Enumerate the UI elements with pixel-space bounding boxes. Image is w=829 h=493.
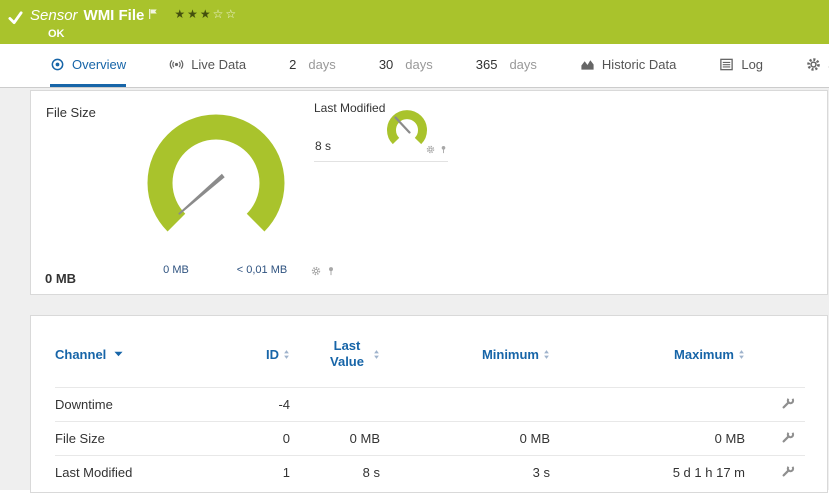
settings-gear-icon	[806, 57, 821, 72]
channels-table: Channel ID Last Value Minimum Maximum	[55, 328, 805, 489]
overview-icon	[50, 57, 65, 72]
tab-30-days-unit: days	[405, 57, 432, 72]
stars-empty: ☆☆	[213, 7, 239, 21]
column-header-id[interactable]: ID	[205, 328, 290, 387]
gauge-gear-icon[interactable]	[311, 266, 321, 276]
gauges-panel: File Size 0 MB < 0,01 MB 0 MB Last Modif…	[30, 90, 828, 295]
tab-365-days-number: 365	[476, 57, 498, 72]
tab-overview[interactable]: Overview	[50, 44, 126, 87]
file-size-gauge	[106, 113, 326, 263]
channel-cell: Downtime	[55, 387, 205, 421]
last-value-cell: 8 s	[290, 455, 380, 489]
sensor-kind-label: Sensor	[30, 7, 78, 24]
historic-data-icon	[580, 57, 595, 72]
column-header-minimum[interactable]: Minimum	[380, 328, 550, 387]
channel-caret-down-icon	[114, 351, 123, 357]
overview-content: File Size 0 MB < 0,01 MB 0 MB Last Modif…	[0, 88, 829, 490]
tab-settings[interactable]: Settings	[806, 44, 829, 87]
priority-stars[interactable]: ★★★☆☆	[174, 7, 238, 21]
sort-icon	[543, 349, 550, 360]
sensor-header: Sensor WMI File ★★★☆☆ OK	[0, 0, 829, 44]
minimum-cell: 3 s	[380, 455, 550, 489]
tab-live-data-label: Live Data	[191, 57, 246, 72]
last-value-cell: 0 MB	[290, 421, 380, 455]
log-icon	[719, 57, 734, 72]
channel-cell: File Size	[55, 421, 205, 455]
column-header-maximum[interactable]: Maximum	[550, 328, 745, 387]
status-badge: OK	[48, 28, 238, 40]
tab-overview-label: Overview	[72, 57, 126, 72]
channel-cell: Last Modified	[55, 455, 205, 489]
mini-gauge-gear-icon[interactable]	[426, 145, 435, 154]
file-size-value: 0 MB	[45, 271, 76, 286]
last-modified-gauge-block: Last Modified 8 s	[314, 101, 448, 162]
tab-2-days[interactable]: 2 days	[289, 44, 336, 87]
tab-30-days-number: 30	[379, 57, 393, 72]
tab-365-days-unit: days	[509, 57, 536, 72]
file-size-scale-max: < 0,01 MB	[221, 264, 303, 276]
channel-settings-wrench-icon[interactable]	[781, 396, 795, 410]
table-row: Downtime -4	[55, 387, 805, 421]
gauge-pin-icon[interactable]	[326, 266, 336, 276]
tab-live-data[interactable]: Live Data	[169, 44, 246, 87]
column-header-channel[interactable]: Channel	[55, 328, 205, 387]
id-cell: 0	[205, 421, 290, 455]
tab-log-label: Log	[741, 57, 763, 72]
sort-icon	[738, 349, 745, 360]
table-row: Last Modified 1 8 s 3 s 5 d 1 h 17 m	[55, 455, 805, 489]
flag-icon[interactable]	[148, 8, 158, 20]
last-modified-value: 8 s	[315, 139, 331, 153]
channel-settings-wrench-icon[interactable]	[781, 430, 795, 444]
sensor-title: WMI File	[84, 7, 145, 24]
live-data-icon	[169, 57, 184, 72]
file-size-gauge-title: File Size	[46, 105, 96, 120]
mini-gauge-pin-icon[interactable]	[439, 145, 448, 154]
tab-historic-data-label: Historic Data	[602, 57, 676, 72]
tab-bar: Overview Live Data 2days 30days 365days …	[0, 44, 829, 88]
last-value-cell	[290, 387, 380, 421]
table-row: File Size 0 0 MB 0 MB 0 MB	[55, 421, 805, 455]
channels-panel: Channel ID Last Value Minimum Maximum	[30, 315, 828, 493]
tab-2-days-number: 2	[289, 57, 296, 72]
tab-historic-data[interactable]: Historic Data	[580, 44, 676, 87]
file-size-scale-min: 0 MB	[143, 264, 209, 276]
column-header-last-value[interactable]: Last Value	[290, 328, 380, 387]
tab-log[interactable]: Log	[719, 44, 763, 87]
maximum-cell	[550, 387, 745, 421]
table-header-row: Channel ID Last Value Minimum Maximum	[55, 328, 805, 387]
ok-check-icon	[8, 10, 23, 25]
sort-icon	[283, 349, 290, 360]
maximum-cell: 5 d 1 h 17 m	[550, 455, 745, 489]
stars-filled: ★★★	[174, 7, 212, 21]
minimum-cell: 0 MB	[380, 421, 550, 455]
id-cell: -4	[205, 387, 290, 421]
tab-365-days[interactable]: 365 days	[476, 44, 537, 87]
column-header-tools	[745, 328, 805, 387]
id-cell: 1	[205, 455, 290, 489]
maximum-cell: 0 MB	[550, 421, 745, 455]
channel-settings-wrench-icon[interactable]	[781, 464, 795, 478]
tab-2-days-unit: days	[308, 57, 335, 72]
tab-30-days[interactable]: 30 days	[379, 44, 433, 87]
minimum-cell	[380, 387, 550, 421]
sort-icon	[373, 349, 380, 360]
